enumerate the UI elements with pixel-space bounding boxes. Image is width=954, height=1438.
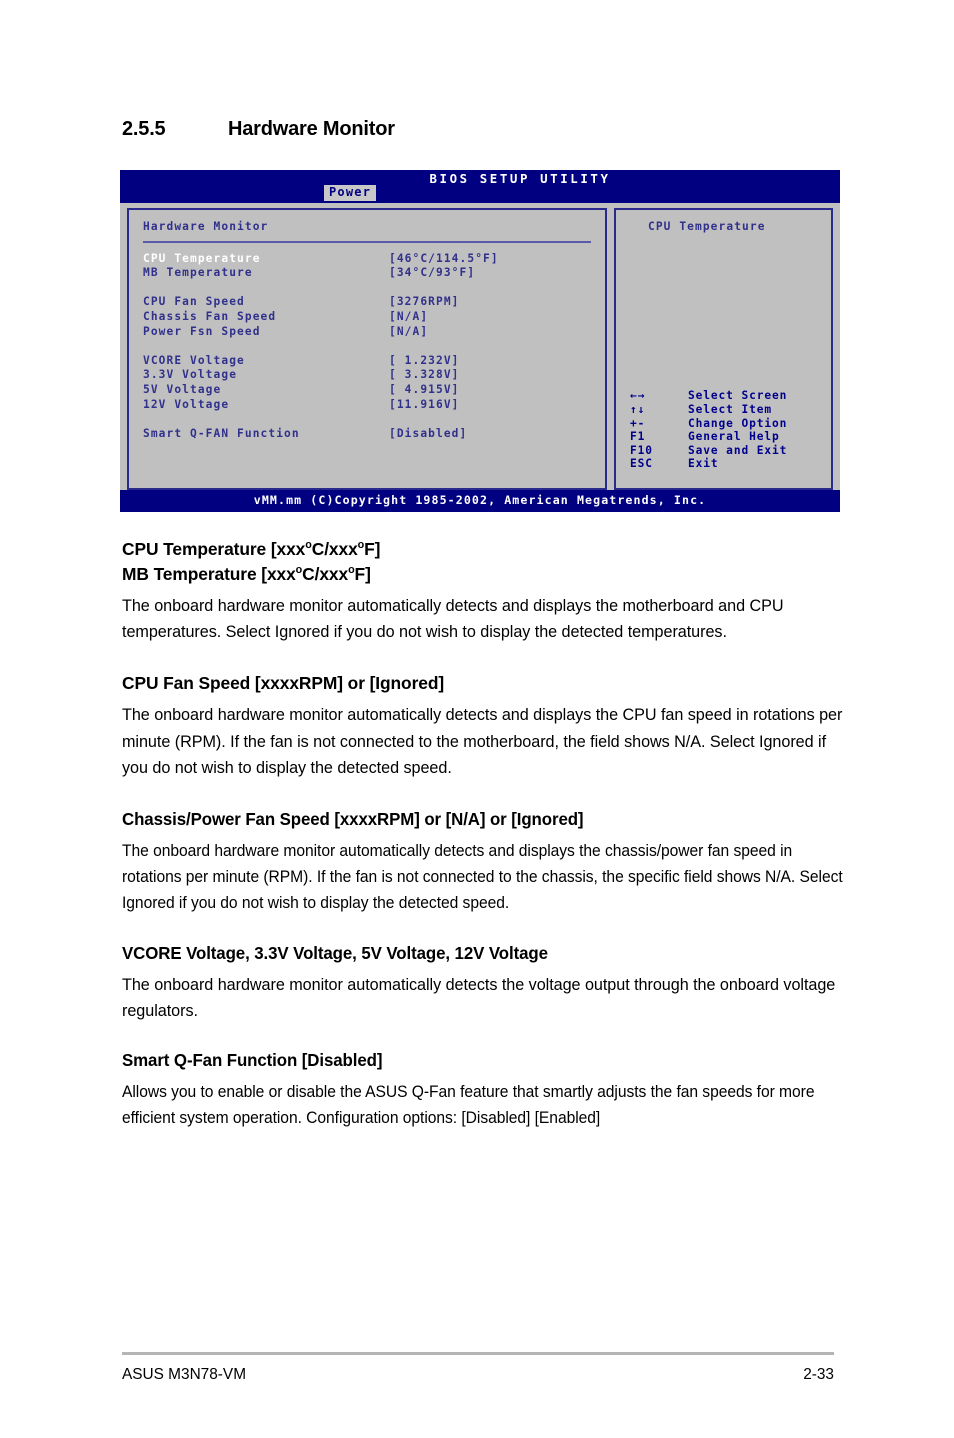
heading-smart-qfan: Smart Q-Fan Function [Disabled] <box>122 1050 383 1071</box>
row-value: [ 4.915V] <box>389 382 460 396</box>
legend-row-exit: ESC Exit <box>630 457 787 471</box>
row-value: [N/A] <box>389 324 429 338</box>
legend-action: Select Item <box>688 403 772 417</box>
section-voltages: VCORE Voltage, 3.3V Voltage, 5V Voltage,… <box>122 941 846 1024</box>
block-gap <box>122 1028 846 1048</box>
monitor-row-12v-voltage[interactable]: 12V Voltage [11.916V] <box>143 398 591 413</box>
section-cpu-fan-speed: CPU Fan Speed [xxxxRPM] or [Ignored] The… <box>122 671 846 781</box>
row-label: VCORE Voltage <box>143 353 245 367</box>
block-gap <box>122 921 846 941</box>
f1-key-icon: F1 <box>630 430 646 444</box>
row-value: [ 1.232V] <box>389 353 460 367</box>
paragraph-chassis-power-fan-speed: The onboard hardware monitor automatical… <box>122 842 843 913</box>
up-down-arrow-icon: ↑↓ <box>630 403 646 417</box>
paragraph-voltages: The onboard hardware monitor automatical… <box>122 975 836 1020</box>
legend-row-change-option: +- Change Option <box>630 417 787 431</box>
legend-action: Exit <box>688 457 719 471</box>
row-value: [ 3.328V] <box>389 368 460 382</box>
left-right-arrow-icon: ←→ <box>630 389 646 403</box>
block-gap <box>122 649 846 671</box>
monitor-row-3v3-voltage[interactable]: 3.3V Voltage [ 3.328V] <box>143 368 591 383</box>
bios-copyright-bar: vMM.mm (C)Copyright 1985-2002, American … <box>120 490 840 512</box>
footer-page-number: 2-33 <box>803 1366 834 1383</box>
row-label: MB Temperature <box>143 266 253 280</box>
section-temperature: CPU Temperature [xxxoC/xxxoF] MB Tempera… <box>122 537 846 645</box>
legend-action: General Help <box>688 430 780 444</box>
bios-setup-screenshot: BIOS SETUP UTILITY Power Hardware Monito… <box>120 170 840 512</box>
hardware-monitor-pane: Hardware Monitor CPU Temperature [46°C/1… <box>127 208 607 490</box>
row-label: Chassis Fan Speed <box>143 309 277 323</box>
esc-key-icon: ESC <box>630 457 653 471</box>
heading-text: MB Temperature [xxxoC/xxxoF] <box>122 564 371 584</box>
page-footer: ASUS M3N78-VM 2-33 <box>122 1366 834 1384</box>
monitor-row-power-fan-speed[interactable]: Power Fsn Speed [N/A] <box>143 325 591 340</box>
pane-divider <box>143 240 591 243</box>
f10-key-icon: F10 <box>630 443 653 457</box>
plus-minus-icon: +- <box>630 416 646 430</box>
row-value: [46°C/114.5°F] <box>389 251 499 265</box>
monitor-row-smart-qfan-function[interactable]: Smart Q-FAN Function [Disabled] <box>143 427 591 442</box>
row-label: 3.3V Voltage <box>143 368 238 382</box>
monitor-row-chassis-fan-speed[interactable]: Chassis Fan Speed [N/A] <box>143 310 591 325</box>
heading-chassis-power-fan-speed: Chassis/Power Fan Speed [xxxxRPM] or [N/… <box>122 809 584 830</box>
legend-row-general-help: F1 General Help <box>630 430 787 444</box>
heading-cpu-fan-speed: CPU Fan Speed [xxxxRPM] or [Ignored] <box>122 673 445 694</box>
heading-cpu-temperature: CPU Temperature [xxxoC/xxxoF] <box>122 537 846 562</box>
heading-mb-temperature: MB Temperature [xxxoC/xxxoF] <box>122 562 846 587</box>
row-label: 12V Voltage <box>143 397 230 411</box>
monitor-row-mb-temperature[interactable]: MB Temperature [34°C/93°F] <box>143 266 591 281</box>
row-label: CPU Temperature <box>143 251 261 265</box>
footer-model: ASUS M3N78-VM <box>122 1366 247 1383</box>
row-value: [11.916V] <box>389 397 460 411</box>
section-title: Hardware Monitor <box>228 118 395 140</box>
legend-row-select-item: ↑↓ Select Item <box>630 403 787 417</box>
body-content: CPU Temperature [xxxoC/xxxoF] MB Tempera… <box>122 537 846 1135</box>
row-value: [N/A] <box>389 309 429 323</box>
paragraph-smart-qfan: Allows you to enable or disable the ASUS… <box>122 1083 815 1128</box>
row-spacer <box>143 339 591 354</box>
footer-divider <box>122 1352 834 1355</box>
bios-utility-title: BIOS SETUP UTILITY <box>429 171 611 186</box>
paragraph-cpu-fan-speed: The onboard hardware monitor automatical… <box>122 706 843 777</box>
monitor-row-vcore-voltage[interactable]: VCORE Voltage [ 1.232V] <box>143 354 591 369</box>
legend-action: Select Screen <box>688 389 788 403</box>
page-title: 2.5.5 Hardware Monitor <box>122 118 395 141</box>
row-label: Power Fsn Speed <box>143 324 261 338</box>
section-smart-qfan: Smart Q-Fan Function [Disabled] Allows y… <box>122 1048 846 1131</box>
legend-action: Save and Exit <box>688 443 788 457</box>
legend-row-select-screen: ←→ Select Screen <box>630 389 787 403</box>
row-value: [3276RPM] <box>389 295 460 309</box>
heading-text: CPU Temperature [xxxoC/xxxoF] <box>122 539 381 559</box>
row-spacer <box>143 281 591 296</box>
monitor-row-cpu-temperature[interactable]: CPU Temperature [46°C/114.5°F] <box>143 252 591 267</box>
legend-action: Change Option <box>688 416 788 430</box>
key-legend: ←→ Select Screen ↑↓ Select Item +- Chang… <box>630 389 787 471</box>
row-label: 5V Voltage <box>143 382 222 396</box>
bios-titlebar: BIOS SETUP UTILITY Power <box>120 170 840 203</box>
legend-row-save-and-exit: F10 Save and Exit <box>630 444 787 458</box>
monitor-row-cpu-fan-speed[interactable]: CPU Fan Speed [3276RPM] <box>143 295 591 310</box>
row-value: [34°C/93°F] <box>389 266 476 280</box>
help-pane: CPU Temperature ←→ Select Screen ↑↓ Sele… <box>614 208 833 490</box>
row-value: [Disabled] <box>389 426 468 440</box>
help-title: CPU Temperature <box>648 220 766 233</box>
monitor-row-5v-voltage[interactable]: 5V Voltage [ 4.915V] <box>143 383 591 398</box>
heading-voltages: VCORE Voltage, 3.3V Voltage, 5V Voltage,… <box>122 942 548 963</box>
pane-heading: Hardware Monitor <box>143 220 269 233</box>
tab-power[interactable]: Power <box>324 185 377 201</box>
row-label: CPU Fan Speed <box>143 295 245 309</box>
row-spacer <box>143 412 591 427</box>
row-label: Smart Q-FAN Function <box>143 426 300 440</box>
bios-body: Hardware Monitor CPU Temperature [46°C/1… <box>120 203 840 490</box>
block-gap <box>122 785 846 807</box>
section-chassis-power-fan-speed: Chassis/Power Fan Speed [xxxxRPM] or [N/… <box>122 807 846 917</box>
section-number: 2.5.5 <box>122 118 166 140</box>
paragraph-temperature: The onboard hardware monitor automatical… <box>122 597 784 642</box>
